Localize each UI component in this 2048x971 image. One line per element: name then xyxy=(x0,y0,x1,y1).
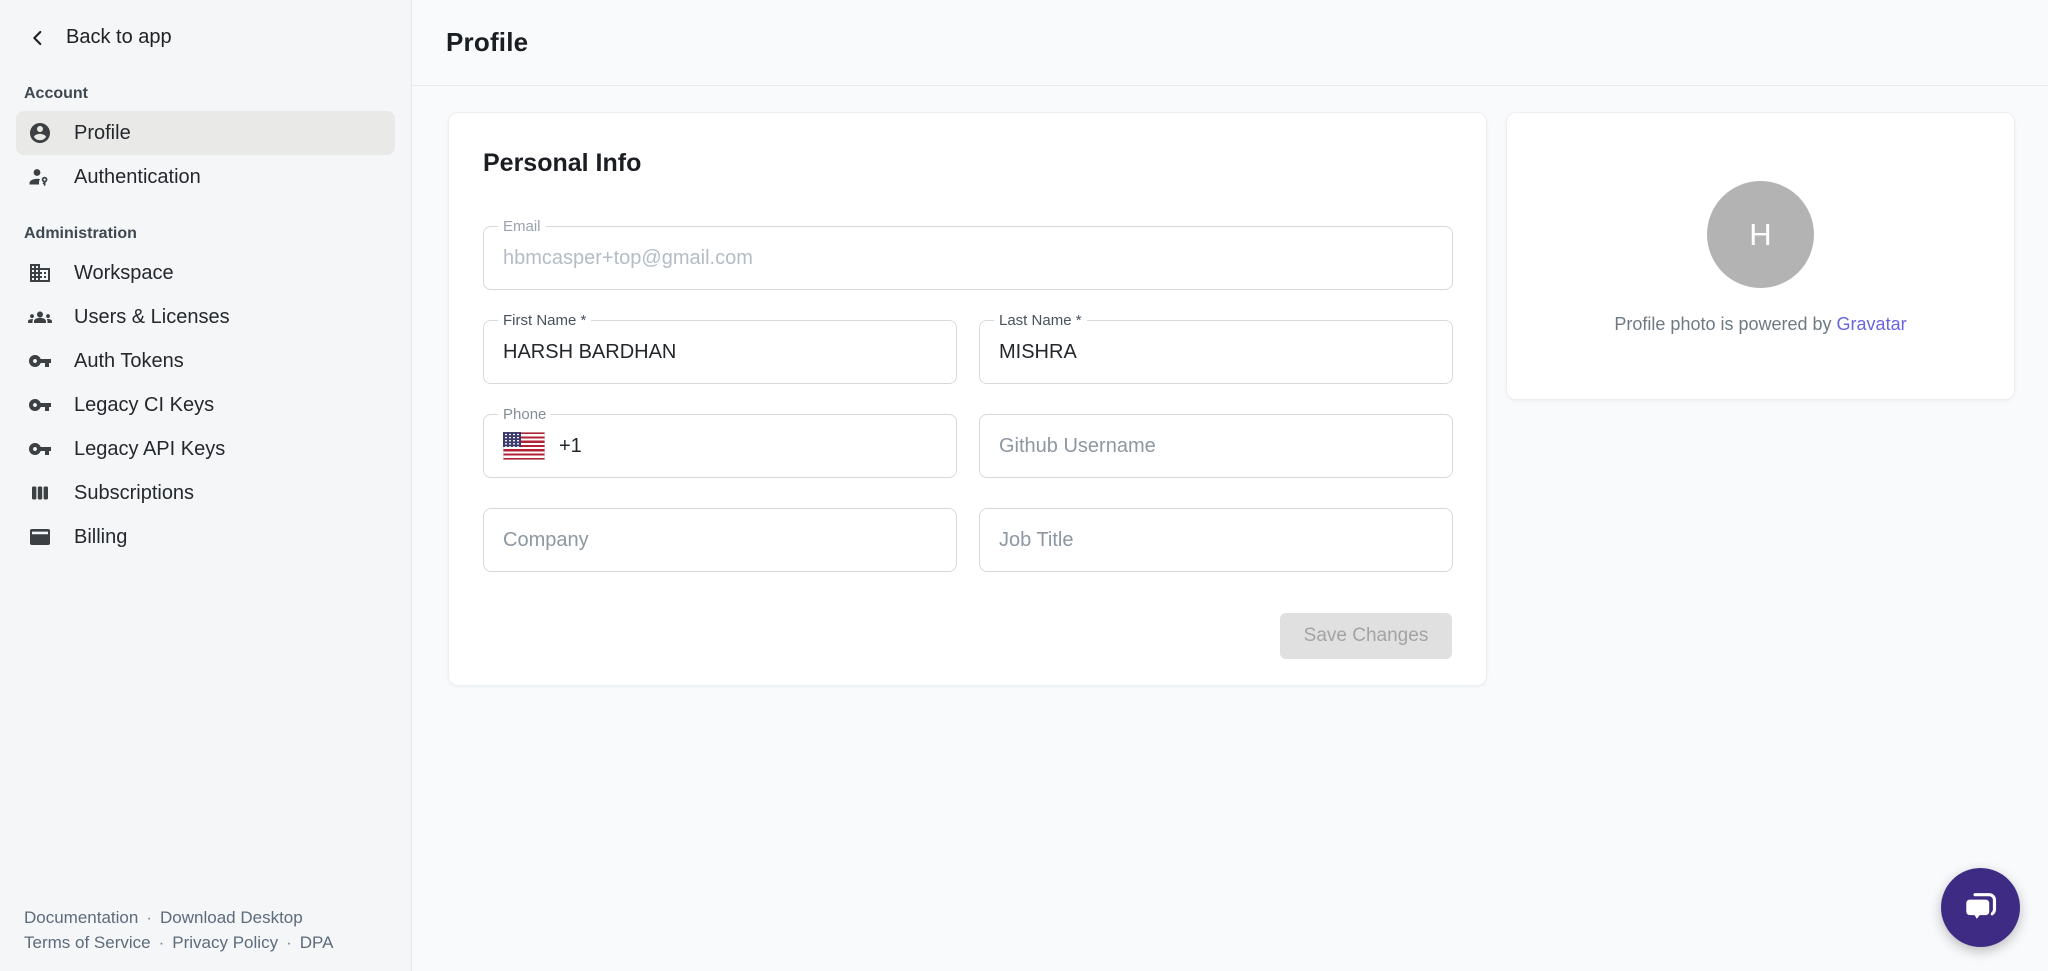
company-input[interactable] xyxy=(503,529,937,552)
account-circle-icon xyxy=(28,121,52,145)
chevron-left-icon xyxy=(27,27,49,49)
sidebar-item-workspace[interactable]: Workspace xyxy=(16,251,395,295)
personal-info-title: Personal Info xyxy=(483,149,1452,178)
bars-icon xyxy=(28,481,52,505)
chat-bubbles-icon xyxy=(1960,887,2002,929)
section-title-administration: Administration xyxy=(24,225,411,243)
phone-dial-code: +1 xyxy=(559,435,582,458)
job-title-input[interactable] xyxy=(999,529,1433,552)
footer-links-line: Terms of Service · Privacy Policy · DPA xyxy=(24,930,333,955)
sidebar-item-legacy-api-keys[interactable]: Legacy API Keys xyxy=(16,427,395,471)
back-to-app-label: Back to app xyxy=(66,26,172,49)
sidebar-item-subscriptions[interactable]: Subscriptions xyxy=(16,471,395,515)
company-field[interactable] xyxy=(483,508,957,572)
page-header: Profile xyxy=(412,0,2048,86)
last-name-input[interactable] xyxy=(999,341,1433,364)
sidebar-item-label: Users & Licenses xyxy=(74,306,230,329)
job-title-field[interactable] xyxy=(979,508,1453,572)
sidebar-item-auth-tokens[interactable]: Auth Tokens xyxy=(16,339,395,383)
us-flag-icon[interactable] xyxy=(503,432,545,460)
footer-separator: · xyxy=(159,933,165,952)
avatar: H xyxy=(1707,181,1814,288)
credit-card-icon xyxy=(28,525,52,549)
phone-input[interactable] xyxy=(592,435,937,458)
sidebar-item-billing[interactable]: Billing xyxy=(16,515,395,559)
sidebar-item-label: Billing xyxy=(74,526,127,549)
phone-label: Phone xyxy=(498,406,551,424)
avatar-letter: H xyxy=(1749,217,1771,253)
key-icon xyxy=(28,437,52,461)
main-area: Profile Personal Info Email First Name *… xyxy=(412,0,2048,971)
email-input xyxy=(503,247,1433,270)
sidebar-item-label: Authentication xyxy=(74,166,201,189)
gravatar-caption-text: Profile photo is powered by xyxy=(1614,314,1836,334)
personal-info-card: Personal Info Email First Name * Last Na… xyxy=(448,112,1487,686)
sidebar-footer: Documentation · Download Desktop Terms of S… xyxy=(24,905,333,955)
footer-link-terms-of-service[interactable]: Terms of Service xyxy=(24,933,151,952)
key-icon xyxy=(28,349,52,373)
sidebar-item-users-licenses[interactable]: Users & Licenses xyxy=(16,295,395,339)
footer-link-dpa[interactable]: DPA xyxy=(300,933,334,952)
sidebar-item-label: Legacy CI Keys xyxy=(74,394,214,417)
content: Personal Info Email First Name * Last Na… xyxy=(412,86,2048,686)
chat-launcher-button[interactable] xyxy=(1941,868,2020,947)
sidebar-item-profile[interactable]: Profile xyxy=(16,111,395,155)
gravatar-card: H Profile photo is powered by Gravatar xyxy=(1506,112,2015,400)
sidebar-item-label: Auth Tokens xyxy=(74,350,184,373)
footer-link-documentation[interactable]: Documentation xyxy=(24,908,138,927)
last-name-field[interactable]: Last Name * xyxy=(979,320,1453,384)
person-key-icon xyxy=(28,165,52,189)
gravatar-link[interactable]: Gravatar xyxy=(1837,314,1907,334)
gravatar-caption: Profile photo is powered by Gravatar xyxy=(1614,314,1906,335)
email-label: Email xyxy=(498,218,546,236)
sidebar-item-label: Profile xyxy=(74,122,131,145)
github-username-field[interactable] xyxy=(979,414,1453,478)
sidebar-item-legacy-ci-keys[interactable]: Legacy CI Keys xyxy=(16,383,395,427)
save-row: Save Changes xyxy=(483,613,1452,659)
save-changes-button[interactable]: Save Changes xyxy=(1280,613,1452,659)
phone-field[interactable]: Phone +1 xyxy=(483,414,957,478)
footer-separator: · xyxy=(146,908,152,927)
building-icon xyxy=(28,261,52,285)
sidebar-item-label: Legacy API Keys xyxy=(74,438,225,461)
section-title-account: Account xyxy=(24,85,411,103)
sidebar: Back to app Account Profile Authentication… xyxy=(0,0,412,971)
github-username-input[interactable] xyxy=(999,435,1433,458)
sidebar-item-label: Subscriptions xyxy=(74,482,194,505)
sidebar-nav: Account Profile Authentication Administrati… xyxy=(0,85,411,559)
back-to-app-button[interactable]: Back to app xyxy=(27,26,411,49)
first-name-input[interactable] xyxy=(503,341,937,364)
page-title: Profile xyxy=(446,27,528,58)
sidebar-item-authentication[interactable]: Authentication xyxy=(16,155,395,199)
footer-separator: · xyxy=(286,933,292,952)
key-icon xyxy=(28,393,52,417)
personal-info-form: Email First Name * Last Name * Phone +1 xyxy=(483,226,1452,572)
email-field: Email xyxy=(483,226,1453,290)
footer-link-download-desktop[interactable]: Download Desktop xyxy=(160,908,303,927)
sidebar-item-label: Workspace xyxy=(74,262,174,285)
first-name-label: First Name * xyxy=(498,312,591,330)
footer-links-line: Documentation · Download Desktop xyxy=(24,905,333,930)
first-name-field[interactable]: First Name * xyxy=(483,320,957,384)
group-icon xyxy=(28,305,52,329)
footer-link-privacy-policy[interactable]: Privacy Policy xyxy=(172,933,278,952)
last-name-label: Last Name * xyxy=(994,312,1087,330)
